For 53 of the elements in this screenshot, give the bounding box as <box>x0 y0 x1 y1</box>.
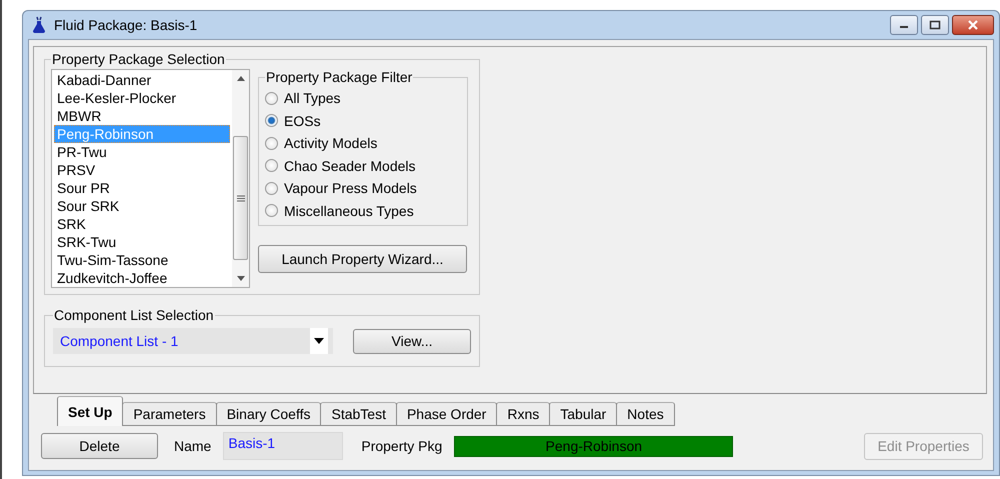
package-list[interactable]: Kabadi-Danner Lee-Kesler-Plocker MBWR Peng-Robinson PR-Twu PRSV Sour PR Sour SRK SRK SRK-Twu Twu-Sim-Tassone Zudkevitch-Joffee <box>51 69 250 288</box>
list-item[interactable]: SRK-Twu <box>54 233 230 251</box>
radio-option[interactable]: EOSs <box>265 110 461 132</box>
radio-button[interactable] <box>265 204 278 218</box>
group-title: Property Package Filter <box>265 69 414 85</box>
list-item[interactable]: MBWR <box>54 107 230 125</box>
minimize-icon[interactable] <box>890 15 918 35</box>
radio-button[interactable] <box>265 92 278 105</box>
delete-button[interactable]: Delete <box>41 433 158 459</box>
window-title: Fluid Package: Basis-1 <box>54 17 198 33</box>
list-item[interactable]: PRSV <box>54 161 230 179</box>
tab[interactable]: Parameters <box>122 402 217 426</box>
tab[interactable]: Binary Coeffs <box>216 402 322 426</box>
restore-icon[interactable] <box>921 15 949 35</box>
view-button[interactable]: View... <box>353 328 471 354</box>
scroll-thumb[interactable] <box>233 136 248 260</box>
radio-button[interactable] <box>265 136 278 150</box>
flask-icon <box>32 16 46 34</box>
property-pkg-field: Peng-Robinson <box>454 436 734 456</box>
tab[interactable]: Notes <box>616 402 675 426</box>
radio-button[interactable] <box>265 114 278 128</box>
group-title: Component List Selection <box>53 307 215 323</box>
radio-option[interactable]: All Types <box>265 87 461 110</box>
scrollbar[interactable] <box>232 70 249 287</box>
scroll-down-icon[interactable] <box>236 276 244 281</box>
list-item[interactable]: Kabadi-Danner <box>54 71 230 89</box>
list-item[interactable]: Sour SRK <box>54 197 230 215</box>
list-item[interactable]: Zudkevitch-Joffee <box>54 269 230 287</box>
tab[interactable]: StabTest <box>320 402 397 426</box>
group-title: Property Package Selection <box>51 51 226 67</box>
list-item[interactable]: SRK <box>54 215 230 233</box>
launch-wizard-button[interactable]: Launch Property Wizard... <box>258 245 467 273</box>
scroll-up-icon[interactable] <box>236 76 244 81</box>
tab[interactable]: Tabular <box>549 402 618 426</box>
list-item[interactable]: PR-Twu <box>54 143 230 161</box>
radio-option[interactable]: Vapour Press Models <box>265 177 461 200</box>
radio-option[interactable]: Activity Models <box>265 132 461 154</box>
radio-button[interactable] <box>265 159 278 172</box>
list-item[interactable]: Sour PR <box>54 179 230 197</box>
component-list-dropdown[interactable]: Component List - 1 <box>53 328 333 354</box>
property-pkg-label: Property Pkg <box>361 438 442 454</box>
tab[interactable]: Phase Order <box>396 402 498 426</box>
list-item[interactable]: Twu-Sim-Tassone <box>54 251 230 269</box>
tab[interactable]: Rxns <box>496 402 550 426</box>
name-field[interactable]: Basis-1 <box>223 432 344 460</box>
radio-option[interactable]: Chao Seader Models <box>265 154 461 177</box>
close-icon[interactable] <box>952 15 994 35</box>
dropdown-caret-icon[interactable] <box>310 328 328 354</box>
name-label: Name <box>174 438 212 454</box>
tab[interactable]: Set Up <box>57 396 124 426</box>
radio-button[interactable] <box>265 182 278 195</box>
radio-option[interactable]: Miscellaneous Types <box>265 200 461 222</box>
list-item[interactable]: Lee-Kesler-Plocker <box>54 89 230 107</box>
